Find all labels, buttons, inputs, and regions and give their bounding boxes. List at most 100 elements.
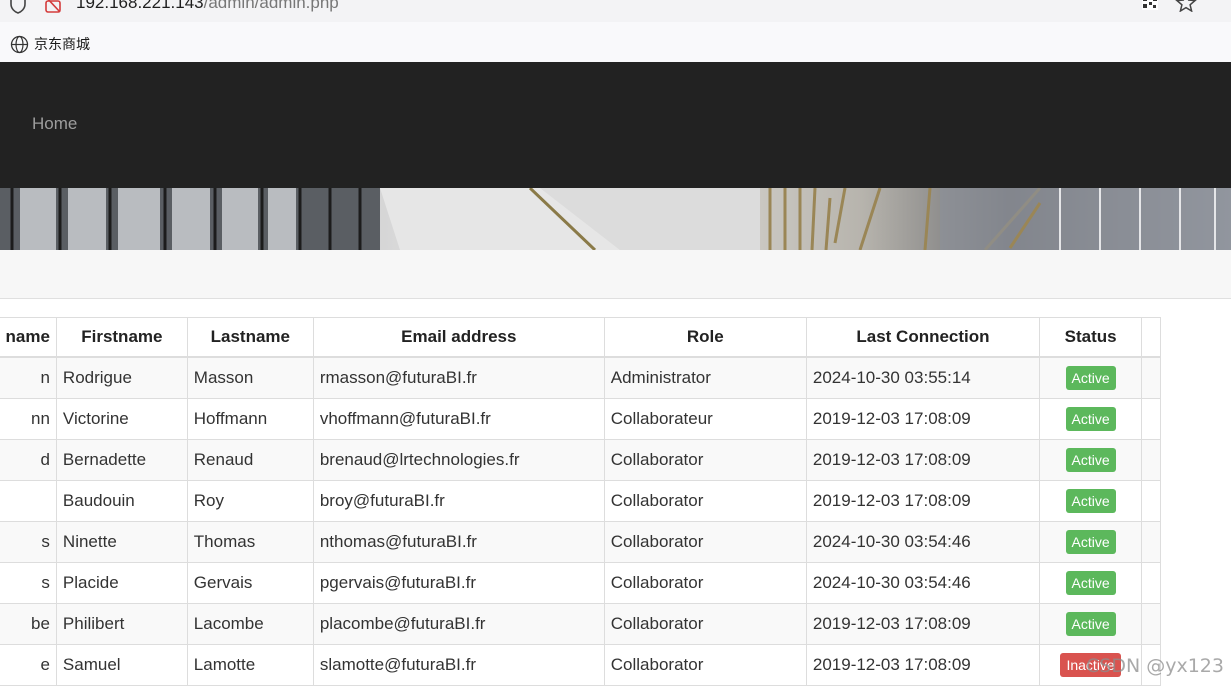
cell-email: slamotte@futuraBI.fr — [312, 644, 605, 686]
cell-lastname: Thomas — [186, 521, 314, 563]
status-badge[interactable]: Active — [1065, 448, 1116, 472]
status-badge[interactable]: Active — [1065, 366, 1116, 390]
cell-role: Collaborator — [603, 480, 807, 522]
cell-status: Active — [1039, 439, 1143, 481]
bookmarks-bar: 京东商城 — [0, 22, 1231, 62]
insecure-lock-icon[interactable] — [44, 0, 62, 13]
col-email[interactable]: Email address — [312, 317, 605, 358]
cell-role: Collaborator — [603, 521, 807, 563]
cell-last-connection: 2019-12-03 17:08:09 — [805, 480, 1041, 522]
cell-username: nn — [0, 398, 57, 440]
cell-role: Collaborator — [603, 439, 807, 481]
cell-email: vhoffmann@futuraBI.fr — [312, 398, 605, 440]
cell-last-connection: 2019-12-03 17:08:09 — [805, 603, 1041, 645]
cell-lastname: Lamotte — [186, 644, 314, 686]
cell-username — [0, 480, 57, 522]
shield-icon[interactable] — [9, 0, 27, 14]
cell-extra — [1141, 356, 1161, 399]
table-row[interactable]: s Placide Gervais pgervais@futuraBI.fr Colla… — [0, 562, 1161, 604]
cell-status: Active — [1039, 398, 1143, 440]
cell-role: Collaborator — [603, 603, 807, 645]
status-badge[interactable]: Active — [1065, 407, 1116, 431]
cell-last-connection: 2024-10-30 03:55:14 — [805, 356, 1041, 399]
address-bar[interactable]: 192.168.221.143/admin/admin.php — [0, 0, 1231, 22]
cell-firstname: Philibert — [55, 603, 188, 645]
cell-lastname: Gervais — [186, 562, 314, 604]
cell-last-connection: 2019-12-03 17:08:09 — [805, 644, 1041, 686]
url-host: 192.168.221.143 — [76, 0, 204, 12]
cell-last-connection: 2019-12-03 17:08:09 — [805, 439, 1041, 481]
url-path: /admin/admin.php — [203, 0, 339, 12]
cell-firstname: Victorine — [55, 398, 188, 440]
cell-status: Active — [1039, 603, 1143, 645]
col-username[interactable]: name — [0, 317, 57, 358]
cell-username: s — [0, 562, 57, 604]
users-table-container: name Firstname Lastname Email address Ro… — [0, 317, 1231, 686]
cell-email: broy@futuraBI.fr — [312, 480, 605, 522]
cell-email: placombe@futuraBI.fr — [312, 603, 605, 645]
users-table: name Firstname Lastname Email address Ro… — [0, 317, 1161, 686]
cell-username: e — [0, 644, 57, 686]
cell-firstname: Baudouin — [55, 480, 188, 522]
banner-photo — [0, 188, 1231, 250]
cell-last-connection: 2024-10-30 03:54:46 — [805, 521, 1041, 563]
cell-last-connection: 2019-12-03 17:08:09 — [805, 398, 1041, 440]
bookmark-star-icon[interactable] — [1175, 0, 1197, 12]
table-row[interactable]: nn Victorine Hoffmann vhoffmann@futuraBI.fr… — [0, 398, 1161, 440]
cell-email: nthomas@futuraBI.fr — [312, 521, 605, 563]
banner-image — [0, 188, 1231, 250]
status-badge[interactable]: Active — [1065, 571, 1116, 595]
bookmark-label: 京东商城 — [34, 37, 90, 53]
cell-status: Active — [1039, 521, 1143, 563]
cell-username: be — [0, 603, 57, 645]
cell-extra — [1141, 521, 1161, 563]
col-extra — [1141, 317, 1161, 358]
col-status[interactable]: Status — [1039, 317, 1143, 358]
cell-role: Administrator — [603, 356, 807, 399]
col-last-connection[interactable]: Last Connection — [805, 317, 1041, 358]
table-row[interactable]: e Samuel Lamotte slamotte@futuraBI.fr Collab… — [0, 644, 1161, 686]
table-row[interactable]: n Rodrigue Masson rmasson@futuraBI.fr Admini… — [0, 356, 1161, 399]
col-firstname[interactable]: Firstname — [55, 317, 188, 358]
nav-home-link[interactable]: Home — [32, 114, 77, 134]
cell-username: d — [0, 439, 57, 481]
cell-lastname: Renaud — [186, 439, 314, 481]
cell-role: Collaborateur — [603, 398, 807, 440]
url-text[interactable]: 192.168.221.143/admin/admin.php — [76, 0, 339, 13]
cell-lastname: Hoffmann — [186, 398, 314, 440]
qr-code-icon[interactable] — [1142, 0, 1158, 10]
cell-status: Active — [1039, 562, 1143, 604]
content-header-area — [0, 250, 1231, 299]
cell-lastname: Masson — [186, 356, 314, 399]
table-row[interactable]: Baudouin Roy broy@futuraBI.fr Collaborator 2… — [0, 480, 1161, 522]
table-header-row: name Firstname Lastname Email address Ro… — [0, 317, 1161, 358]
cell-extra — [1141, 562, 1161, 604]
globe-icon — [10, 35, 29, 53]
cell-email: pgervais@futuraBI.fr — [312, 562, 605, 604]
cell-last-connection: 2024-10-30 03:54:46 — [805, 562, 1041, 604]
cell-username: n — [0, 356, 57, 399]
status-badge[interactable]: Active — [1065, 612, 1116, 636]
col-role[interactable]: Role — [603, 317, 807, 358]
cell-status: Active — [1039, 480, 1143, 522]
status-badge[interactable]: Inactive — [1060, 653, 1121, 677]
cell-status: Inactive — [1039, 644, 1143, 686]
status-badge[interactable]: Active — [1065, 489, 1116, 513]
cell-firstname: Placide — [55, 562, 188, 604]
status-badge[interactable]: Active — [1065, 530, 1116, 554]
cell-extra — [1141, 439, 1161, 481]
cell-status: Active — [1039, 356, 1143, 399]
cell-extra — [1141, 644, 1161, 686]
cell-lastname: Lacombe — [186, 603, 314, 645]
table-row[interactable]: be Philibert Lacombe placombe@futuraBI.fr Co… — [0, 603, 1161, 645]
cell-username: s — [0, 521, 57, 563]
cell-firstname: Bernadette — [55, 439, 188, 481]
cell-role: Collaborator — [603, 644, 807, 686]
cell-extra — [1141, 603, 1161, 645]
cell-role: Collaborator — [603, 562, 807, 604]
bookmark-jd[interactable]: 京东商城 — [10, 34, 90, 54]
table-row[interactable]: d Bernadette Renaud brenaud@lrtechnologies.… — [0, 439, 1161, 481]
table-row[interactable]: s Ninette Thomas nthomas@futuraBI.fr Collabo… — [0, 521, 1161, 563]
cell-firstname: Samuel — [55, 644, 188, 686]
col-lastname[interactable]: Lastname — [186, 317, 314, 358]
